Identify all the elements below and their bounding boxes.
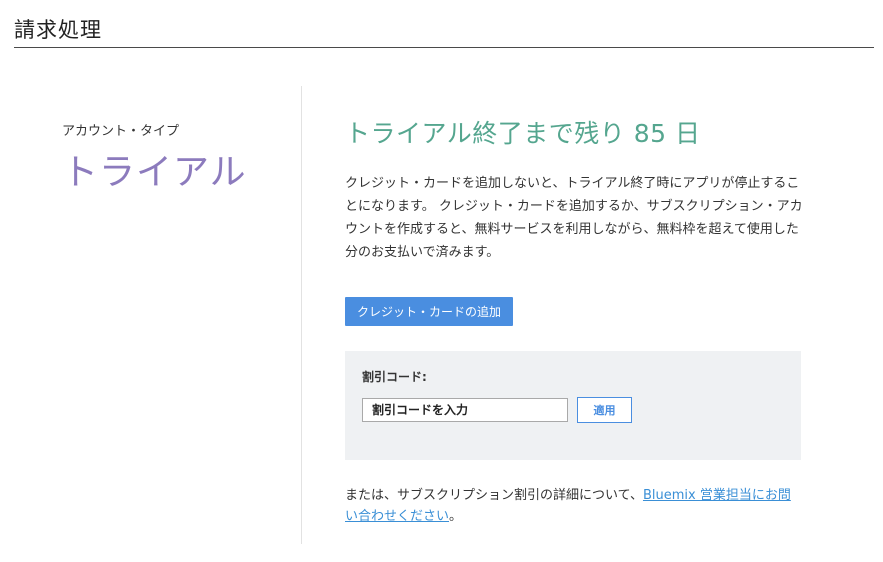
promo-code-box: 割引コード: 適用 bbox=[345, 351, 801, 460]
contact-sales-text: または、サブスクリプション割引の詳細について、Bluemix 営業担当にお問い合… bbox=[345, 485, 803, 527]
contact-prefix: または、サブスクリプション割引の詳細について、 bbox=[345, 488, 643, 503]
add-credit-card-button[interactable]: クレジット・カードの追加 bbox=[345, 297, 514, 326]
title-divider bbox=[14, 47, 874, 48]
promo-code-label: 割引コード: bbox=[362, 370, 427, 384]
page-title: 請求処理 bbox=[14, 18, 102, 42]
panel-divider bbox=[301, 86, 302, 544]
account-type-label: アカウント・タイプ bbox=[62, 124, 180, 139]
billing-main: トライアル終了まで残り 85 日 クレジット・カードを追加しないと、トライアル終… bbox=[345, 114, 805, 527]
account-type-panel: アカウント・タイプ トライアル bbox=[62, 120, 282, 193]
account-type-value: トライアル bbox=[62, 152, 247, 193]
trial-remaining-heading: トライアル終了まで残り 85 日 bbox=[345, 119, 701, 148]
promo-code-input[interactable] bbox=[362, 398, 568, 422]
apply-promo-button[interactable]: 適用 bbox=[577, 397, 632, 423]
trial-description: クレジット・カードを追加しないと、トライアル終了時にアプリが停止することになりま… bbox=[345, 176, 803, 260]
contact-suffix: 。 bbox=[449, 509, 463, 524]
